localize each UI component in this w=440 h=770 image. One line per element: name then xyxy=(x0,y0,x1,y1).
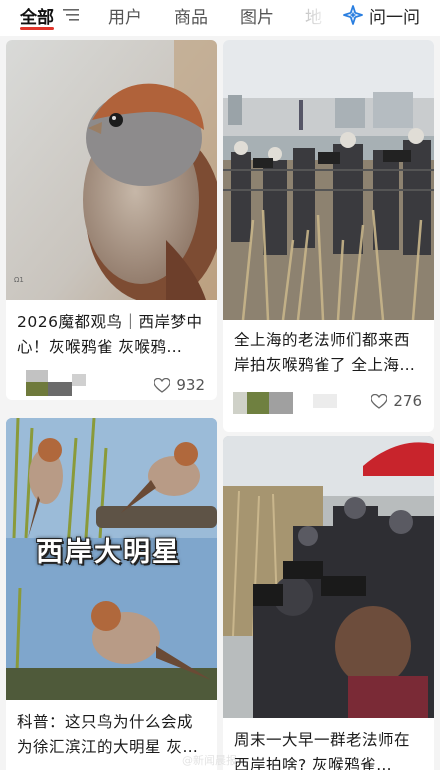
bird-closeup-photo xyxy=(6,40,217,300)
card-image[interactable] xyxy=(223,40,434,320)
card-image[interactable] xyxy=(223,436,434,718)
avatar[interactable] xyxy=(233,386,299,418)
tab-fade xyxy=(300,0,340,34)
like-number: 276 xyxy=(393,392,422,410)
card-image[interactable]: 西岸大明星 xyxy=(6,418,217,700)
sparkle-icon xyxy=(343,5,363,25)
active-tab-indicator xyxy=(20,27,54,30)
feed-card[interactable]: 西岸大明星 科普：这只鸟为什么会成为徐汇滨江的大明星 灰… xyxy=(6,418,217,770)
image-overlay-text: 西岸大明星 xyxy=(36,537,181,568)
tab-products[interactable]: 商品 xyxy=(174,3,208,28)
results-feed[interactable]: Ω1 2026魔都观鸟｜西岸梦中心！灰喉鸦雀 灰喉鸦… 932 全上海的老法师们… xyxy=(0,36,440,770)
avatar[interactable] xyxy=(22,370,88,400)
card-title[interactable]: 2026魔都观鸟｜西岸梦中心！灰喉鸦雀 灰喉鸦… xyxy=(17,310,207,360)
filter-icon[interactable] xyxy=(63,9,79,21)
heart-icon xyxy=(371,393,388,409)
tab-all[interactable]: 全部 xyxy=(20,3,54,28)
card-title[interactable]: 全上海的老法师们都来西岸拍灰喉鸦雀了 全上海… xyxy=(234,328,424,378)
card-meta: 276 xyxy=(223,384,434,420)
feed-card[interactable]: 周末一大早一群老法师在西岸拍啥? 灰喉鸦雀… xyxy=(223,436,434,770)
tab-users[interactable]: 用户 xyxy=(108,3,142,28)
feed-card[interactable]: Ω1 2026魔都观鸟｜西岸梦中心！灰喉鸦雀 灰喉鸦… 932 xyxy=(6,40,217,400)
ask-button[interactable]: 问一问 xyxy=(343,2,420,28)
like-number: 932 xyxy=(176,376,205,394)
photo-credit: Ω1 xyxy=(14,276,24,284)
like-count[interactable]: 932 xyxy=(154,376,205,394)
feed-card[interactable]: 全上海的老法师们都来西岸拍灰喉鸦雀了 全上海… 276 xyxy=(223,40,434,432)
card-title[interactable]: 周末一大早一群老法师在西岸拍啥? 灰喉鸦雀… xyxy=(234,728,424,770)
card-title[interactable]: 科普：这只鸟为什么会成为徐汇滨江的大明星 灰… xyxy=(17,710,207,760)
ask-label: 问一问 xyxy=(369,7,420,28)
crowd-photo xyxy=(223,436,434,718)
watermark: @新闻晨报 xyxy=(182,754,237,767)
card-meta: 932 xyxy=(6,368,217,400)
photographers-photo xyxy=(223,40,434,320)
heart-icon xyxy=(154,377,171,393)
card-image[interactable]: Ω1 xyxy=(6,40,217,300)
tab-images[interactable]: 图片 xyxy=(240,3,274,28)
like-count[interactable]: 276 xyxy=(371,392,422,410)
top-tab-bar: 全部 用户 商品 图片 地 问一问 xyxy=(0,0,440,36)
